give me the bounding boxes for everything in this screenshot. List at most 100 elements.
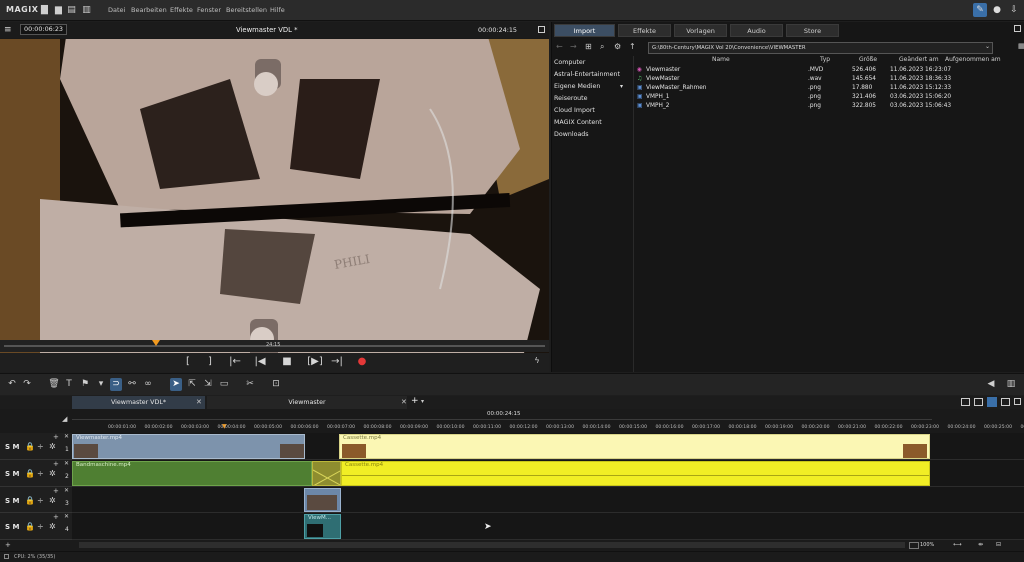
hamburger-icon[interactable]: ≡ [4, 25, 12, 35]
clip-image-track3[interactable] [304, 488, 341, 512]
clip-viewm[interactable]: ViewM... [304, 514, 341, 539]
track-fx-icon[interactable]: ✲ [49, 522, 56, 531]
previous-marker-button[interactable]: |← [228, 356, 242, 367]
new-file-icon[interactable]: ▇ [40, 5, 49, 15]
search-icon[interactable]: ⌕ [600, 42, 604, 52]
lock-icon[interactable]: 🔒 [25, 469, 35, 478]
pool-maximize-icon[interactable] [1014, 25, 1021, 32]
help-icon[interactable]: ● [990, 3, 1004, 17]
clip-viewmaster[interactable]: Viewmaster.mp4 [72, 434, 305, 459]
horizontal-scrollbar[interactable] [79, 542, 905, 548]
range-tool-icon[interactable]: ⇱ [186, 378, 198, 391]
menu-bearbeiten[interactable]: Bearbeiten [131, 6, 167, 14]
cut-tool-icon[interactable]: ✂ [244, 378, 256, 391]
nav-downloads[interactable]: Downloads [554, 131, 589, 138]
add-track-icon[interactable]: + [53, 433, 59, 441]
file-row[interactable]: ▣ ViewMaster_Rahmen .png 17.880 11.06.20… [636, 85, 1024, 94]
add-track-icon[interactable]: + [53, 513, 59, 521]
nav-reiseroute[interactable]: Reiseroute [554, 95, 588, 102]
gear-icon[interactable]: ⚙ [614, 42, 621, 51]
close-tab-icon[interactable]: ✕ [401, 398, 407, 406]
column-type[interactable]: Typ [820, 56, 830, 63]
column-size[interactable]: Größe [859, 56, 877, 63]
back-arrow-icon[interactable]: ← [556, 42, 563, 51]
add-icon[interactable]: + [5, 541, 11, 549]
menu-effekte[interactable]: Effekte [170, 6, 193, 14]
tab-store[interactable]: Store [786, 24, 839, 37]
menu-hilfe[interactable]: Hilfe [270, 6, 285, 14]
tab-audio[interactable]: Audio [730, 24, 783, 37]
zoom-fit-icon[interactable]: ⟷ [953, 541, 962, 548]
close-icon[interactable]: ✕ [64, 460, 69, 467]
mark-out-button[interactable]: ] [203, 356, 217, 367]
arrange-icon[interactable]: ÷ [37, 522, 44, 531]
close-icon[interactable]: ✕ [64, 513, 69, 520]
open-folder-icon[interactable]: ▆ [54, 5, 63, 15]
title-tool-icon[interactable]: T [63, 378, 75, 391]
mark-in-button[interactable]: [ [181, 356, 195, 367]
solo-mute-buttons[interactable]: S M [5, 470, 19, 478]
clip-volume-line[interactable] [342, 475, 929, 476]
nav-astral-entertainment[interactable]: Astral-Entertainment [554, 71, 620, 78]
chevron-down-icon[interactable]: ⌄ [985, 43, 990, 50]
menu-datei[interactable]: Datei [108, 6, 125, 14]
stretch-tool-icon[interactable]: ⇲ [202, 378, 214, 391]
caret-down-icon[interactable]: ▾ [620, 83, 623, 90]
step-back-button[interactable]: |◀ [253, 356, 267, 367]
file-row[interactable]: ◉ Viewmaster .MVD 526.406 11.06.2023 16:… [636, 67, 1024, 76]
split-icon[interactable]: ▾ [95, 378, 107, 391]
clip-cassette-2[interactable]: Cassette.mp4 [341, 461, 930, 486]
pin-icon[interactable]: ✎ [973, 3, 987, 17]
column-name[interactable]: Name [712, 56, 730, 63]
nav-cloud-import[interactable]: Cloud Import [554, 107, 595, 114]
zoom-out-icon[interactable]: ⊟ [996, 541, 1001, 548]
lock-icon[interactable]: 🔒 [25, 496, 35, 505]
tab-import[interactable]: Import [554, 24, 615, 37]
column-changed[interactable]: Geändert am [899, 56, 939, 63]
tab-vorlagen[interactable]: Vorlagen [674, 24, 727, 37]
close-icon[interactable]: ✕ [64, 487, 69, 494]
track-fx-icon[interactable]: ✲ [49, 442, 56, 451]
tab-viewmaster-vdl[interactable]: Viewmaster VDL* [72, 396, 205, 409]
track-lane-1[interactable]: Viewmaster.mp4 Cassette.mp4 [72, 433, 1024, 460]
list-view-icon[interactable]: ▦ [1018, 42, 1024, 50]
track-fx-icon[interactable]: ✲ [49, 469, 56, 478]
storyboard-view-icon[interactable] [974, 398, 983, 406]
arrange-icon[interactable]: ÷ [37, 469, 44, 478]
solo-mute-buttons[interactable]: S M [5, 443, 19, 451]
file-row[interactable]: ▣ VMPH_1 .png 321.406 03.06.2023 15:06:2… [636, 94, 1024, 103]
pointer-tool-icon[interactable]: ➤ [170, 378, 182, 391]
record-button[interactable]: ● [355, 356, 369, 367]
clip-cassette[interactable]: Cassette.mp4 [339, 434, 930, 459]
timeline-maximize-icon[interactable] [1014, 398, 1021, 405]
mixer-icon[interactable]: ▥ [1005, 378, 1017, 391]
maximize-icon[interactable] [538, 26, 545, 33]
nav-computer[interactable]: Computer [554, 59, 585, 66]
scroll-left-icon[interactable] [909, 542, 919, 549]
lightning-icon[interactable]: ϟ [530, 356, 544, 365]
column-recorded[interactable]: Aufgenommen am [945, 56, 1001, 63]
tree-view-icon[interactable]: ⊞ [585, 42, 592, 51]
magnet-icon[interactable]: ⊃ [110, 378, 122, 391]
group-icon[interactable]: ⚯ [126, 378, 138, 391]
scene-view-icon[interactable] [1001, 398, 1010, 406]
track-lane-2[interactable]: Bandmaschine.mp4 Cassette.mp4 [72, 460, 1024, 487]
playhead-marker[interactable] [152, 340, 160, 346]
tab-effekte[interactable]: Effekte [618, 24, 671, 37]
file-row[interactable]: ♫ ViewMaster .wav 145.654 11.06.2023 18:… [636, 76, 1024, 85]
add-track-icon[interactable]: + [53, 460, 59, 468]
nav-eigene-medien[interactable]: Eigene Medien [554, 83, 600, 90]
track-lane-3[interactable] [72, 487, 1024, 513]
stop-button[interactable]: ■ [280, 356, 294, 367]
zoom-level[interactable]: 100% [920, 542, 934, 548]
tab-viewmaster[interactable]: Viewmaster [207, 396, 407, 409]
lock-icon[interactable]: 🔒 [25, 442, 35, 451]
file-row[interactable]: ▣ VMPH_2 .png 322.805 03.06.2023 15:06:4… [636, 103, 1024, 112]
forward-arrow-icon[interactable]: → [570, 42, 577, 51]
marker-icon[interactable]: ⚑ [79, 378, 91, 391]
add-track-icon[interactable]: + [53, 487, 59, 495]
solo-mute-buttons[interactable]: S M [5, 497, 19, 505]
ungroup-icon[interactable]: ∞ [142, 378, 154, 391]
menu-fenster[interactable]: Fenster [197, 6, 221, 14]
time-ruler[interactable]: ◢ 00:00:24:15 ▼ 00:00:01:00 00:00:02:00 00… [0, 409, 1024, 433]
